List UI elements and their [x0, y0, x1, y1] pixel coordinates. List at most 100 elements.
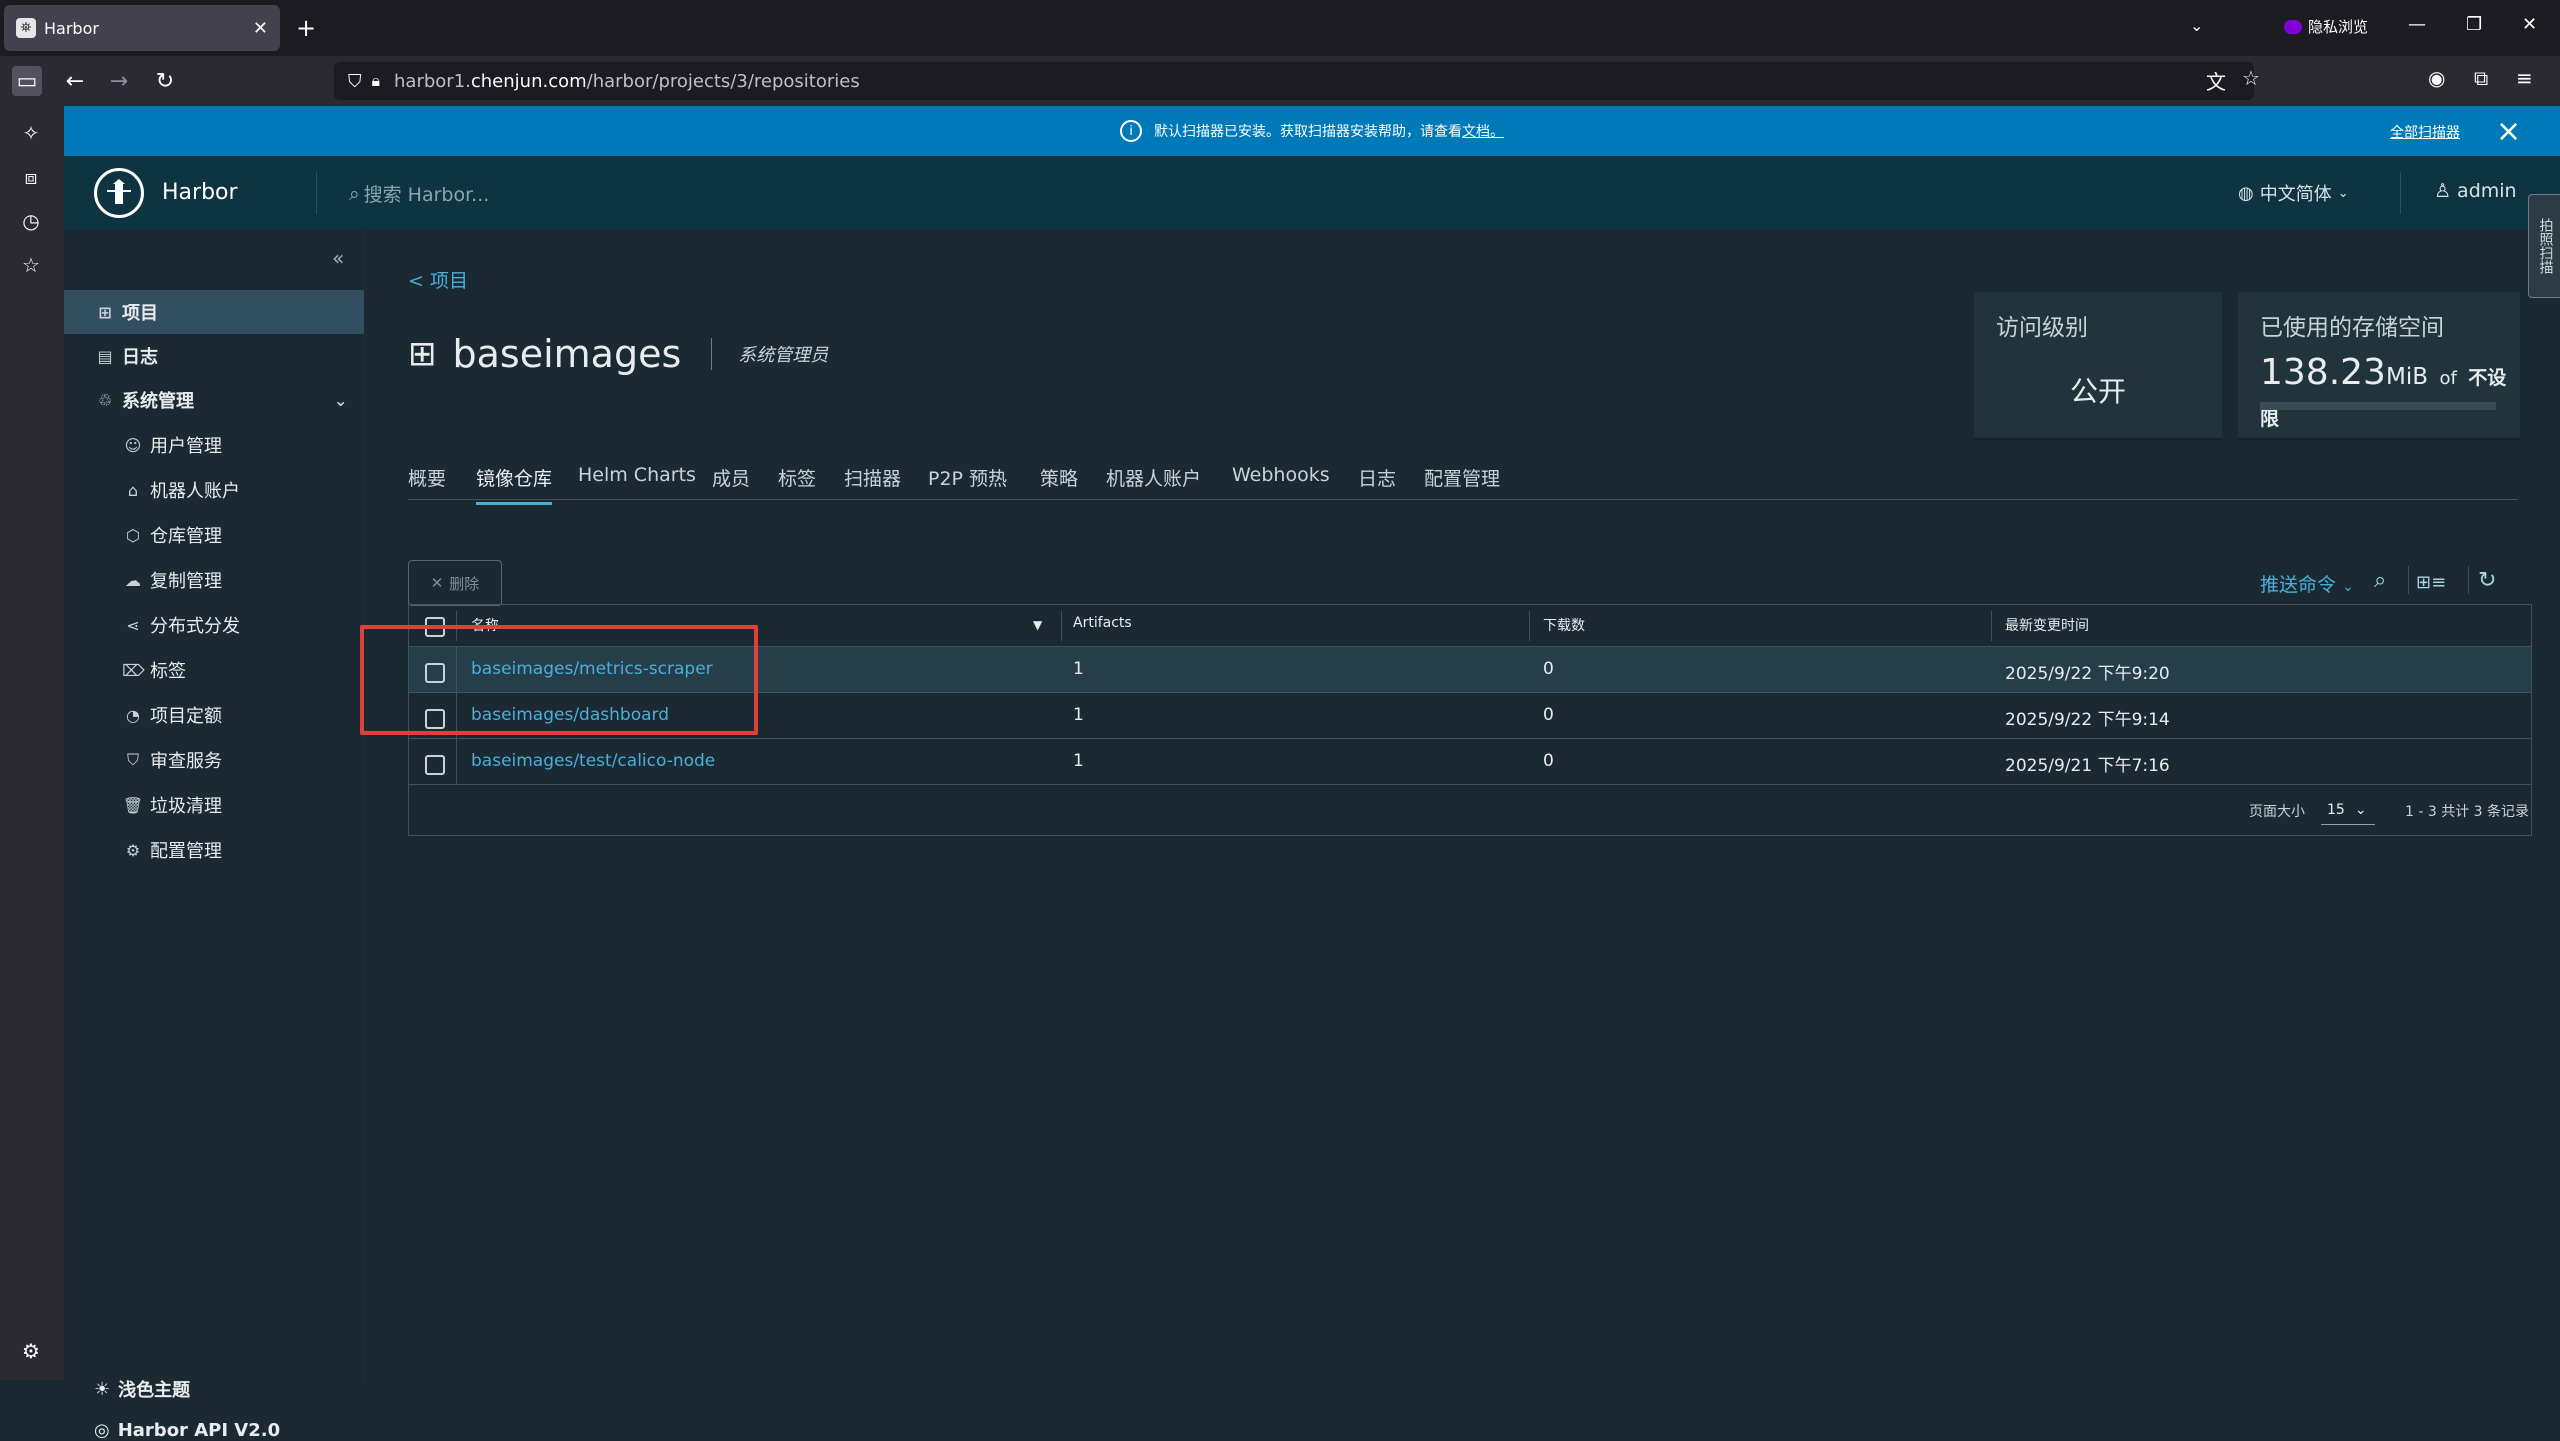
harbor-favicon-icon: ⛯ — [16, 18, 36, 38]
access-level-value: 公开 — [2069, 375, 2126, 408]
forward-icon[interactable]: → — [104, 66, 134, 96]
bookmark-star-icon[interactable]: ☆ — [2242, 66, 2260, 90]
robot-icon: ⌂ — [127, 480, 139, 500]
account-icon[interactable]: ◉ — [2428, 66, 2445, 90]
nav-item-labels[interactable]: ⌦ 标签 — [64, 648, 364, 692]
nav-item-users[interactable]: ☺ 用户管理 — [64, 423, 364, 467]
page-size-select[interactable]: 15 ⌄ — [2321, 795, 2375, 825]
api-explorer-link[interactable]: ◎ Harbor API V2.0 — [94, 1420, 280, 1441]
synced-tabs-icon[interactable]: ⧈ — [18, 164, 44, 190]
browser-sidebar: ✧ ⧈ ◷ ☆ ⚙ — [0, 106, 64, 1380]
nav-item-replications[interactable]: ☁ 复制管理 — [64, 558, 364, 602]
tab-webhooks[interactable]: Webhooks — [1232, 464, 1330, 497]
tab-repositories[interactable]: 镜像仓库 — [476, 464, 553, 505]
tab-logs[interactable]: 日志 — [1358, 464, 1396, 502]
nav-item-robot-accounts[interactable]: ⌂ 机器人账户 — [64, 468, 364, 512]
url-text[interactable]: harbor1.chenjun.com/harbor/projects/3/re… — [394, 71, 860, 92]
new-tab-icon[interactable]: + — [296, 14, 316, 42]
column-artifacts[interactable]: Artifacts — [1073, 615, 1132, 631]
tab-p2p-preheat[interactable]: P2P 预热 — [928, 464, 1007, 502]
lock-icon[interactable]: 🔒︎ — [372, 71, 381, 91]
column-pulls[interactable]: 下载数 — [1543, 615, 1585, 635]
nav-label: 标签 — [150, 661, 186, 682]
user-name: admin — [2457, 180, 2517, 202]
access-level-title: 访问级别 — [1996, 315, 2088, 341]
settings-gear-icon[interactable]: ⚙ — [18, 1338, 44, 1364]
tab-close-icon[interactable]: ✕ — [253, 18, 268, 39]
menu-icon[interactable]: ≡ — [2516, 66, 2533, 90]
search-icon[interactable]: ⌕ — [2374, 568, 2386, 593]
bookmarks-icon[interactable]: ☆ — [18, 252, 44, 278]
repository-link[interactable]: baseimages/test/calico-node — [471, 751, 715, 771]
history-icon[interactable]: ◷ — [18, 208, 44, 234]
push-command-dropdown[interactable]: 推送命令 ⌄ — [2260, 570, 2354, 597]
row-checkbox[interactable] — [425, 755, 445, 775]
column-divider — [1061, 611, 1062, 641]
tab-policy[interactable]: 策略 — [1040, 464, 1078, 502]
browser-tab[interactable]: ⛯ Harbor ✕ — [4, 5, 280, 51]
column-last-modified[interactable]: 最新变更时间 — [2005, 615, 2089, 635]
nav-label: 日志 — [122, 347, 158, 368]
access-level-card: 访问级别 公开 — [1974, 292, 2222, 438]
brand-name[interactable]: Harbor — [162, 180, 238, 205]
nav-label: 项目定额 — [150, 706, 222, 727]
url-bar[interactable]: ⛉ 🔒︎ harbor1.chenjun.com/harbor/projects… — [334, 62, 2254, 100]
user-menu[interactable]: ♙ admin — [2434, 180, 2517, 202]
toolbar-divider — [2408, 566, 2409, 594]
nav-item-administration[interactable]: ♲ 系统管理 ⌄ — [64, 378, 364, 422]
extensions-icon[interactable]: ⧉ — [2474, 66, 2488, 90]
api-label: Harbor API V2.0 — [117, 1420, 281, 1441]
tab-summary[interactable]: 概要 — [408, 464, 446, 502]
tab-helm-charts[interactable]: Helm Charts — [578, 464, 696, 497]
all-scanners-link[interactable]: 全部扫描器 — [2390, 122, 2460, 142]
harbor-logo-icon[interactable] — [94, 168, 144, 218]
restore-icon[interactable]: ❐ — [2466, 14, 2482, 35]
title-divider — [711, 338, 713, 370]
reload-icon[interactable]: ↻ — [150, 66, 180, 96]
banner-close-icon[interactable]: × — [2496, 114, 2521, 149]
tag-icon: ⌦ — [122, 660, 145, 680]
table-footer: 页面大小 15 ⌄ 1 - 3 共计 3 条记录 — [409, 785, 2531, 835]
nav-item-quotas[interactable]: ◔ 项目定额 — [64, 693, 364, 737]
private-label: 隐私浏览 — [2308, 18, 2369, 36]
back-icon[interactable]: ← — [60, 66, 90, 96]
sun-icon: ☀ — [94, 1378, 111, 1400]
minimize-icon[interactable]: — — [2408, 14, 2426, 35]
ai-chat-icon[interactable]: ✧ — [18, 120, 44, 146]
tab-members[interactable]: 成员 — [712, 464, 750, 502]
tab-configuration[interactable]: 配置管理 — [1424, 464, 1500, 502]
nav-item-logs[interactable]: ▤ 日志 — [64, 334, 364, 378]
users-icon: ☺ — [124, 435, 142, 455]
sidebar-toggle-icon[interactable]: ▭ — [12, 66, 42, 96]
tab-robot-accounts[interactable]: 机器人账户 — [1106, 464, 1201, 502]
tab-scanner[interactable]: 扫描器 — [844, 464, 901, 502]
banner-doc-link[interactable]: 文档。 — [1462, 121, 1504, 141]
shield-icon[interactable]: ⛉ — [348, 71, 362, 92]
nav-item-configuration[interactable]: ⚙ 配置管理 — [64, 828, 364, 872]
list-tabs-icon[interactable]: ⌄ — [2190, 16, 2203, 35]
nav-label: 项目 — [122, 303, 158, 324]
collapse-nav-icon[interactable]: « — [332, 246, 344, 270]
card-view-icon[interactable]: ⊞≡ — [2416, 572, 2446, 593]
nav-item-interrogation[interactable]: ⛉ 审查服务 — [64, 738, 364, 782]
breadcrumb-projects[interactable]: < 项目 — [408, 266, 468, 293]
tab-labels[interactable]: 标签 — [778, 464, 816, 502]
search-input[interactable]: 搜索 Harbor... — [364, 180, 490, 207]
browser-tab-bar: ⛯ Harbor ✕ + ⌄ 隐私浏览 — ❐ ✕ — [0, 0, 2560, 56]
table-row[interactable]: baseimages/test/calico-node 1 0 2025/9/2… — [409, 739, 2531, 785]
nav-label: 复制管理 — [150, 571, 222, 592]
delete-button[interactable]: ✕ 删除 — [408, 560, 502, 606]
column-divider — [1529, 611, 1530, 641]
global-search[interactable]: ⌕ 搜索 Harbor... — [349, 180, 489, 207]
nav-item-projects[interactable]: ⊞ 项目 — [64, 290, 364, 334]
window-close-icon[interactable]: ✕ — [2522, 14, 2537, 35]
filter-icon[interactable]: ▼ — [1033, 618, 1042, 632]
language-selector[interactable]: ◍ 中文简体 ⌄ — [2238, 180, 2349, 206]
nav-item-gc[interactable]: 🗑︎ 垃圾清理 — [64, 783, 364, 827]
nav-item-registries[interactable]: ⬡ 仓库管理 — [64, 513, 364, 557]
storage-progress-bar — [2260, 402, 2496, 410]
refresh-icon[interactable]: ↻ — [2478, 568, 2496, 593]
translate-icon[interactable]: 文 — [2206, 66, 2226, 95]
nav-item-distributions[interactable]: ⋖ 分布式分发 — [64, 603, 364, 647]
header-divider — [2400, 172, 2401, 214]
